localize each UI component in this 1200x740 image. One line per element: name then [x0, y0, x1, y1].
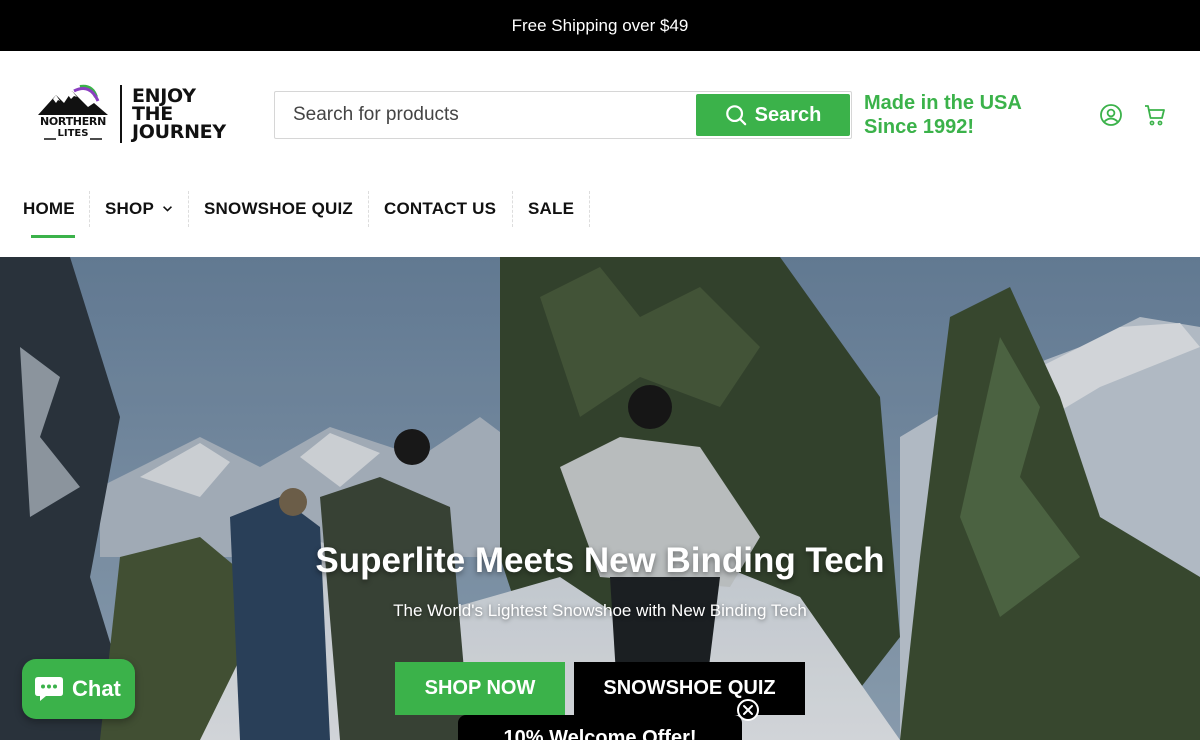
offer-text: 10% Welcome Offer! [503, 727, 697, 740]
made-line: Since 1992! [864, 116, 975, 138]
nav-label: SHOP [105, 199, 154, 218]
main-nav: HOME SHOP SNOWSHOE QUIZ CONTACT US SALE [0, 181, 1200, 257]
made-line: Made in the USA [864, 92, 1022, 114]
chat-label: Chat [72, 676, 121, 701]
shop-now-button[interactable]: SHOP NOW [395, 662, 565, 715]
chat-bubble-icon [35, 677, 63, 701]
logo-brand-line1: NORTHERN [39, 115, 107, 128]
tagline-line: JOURNEY [132, 121, 226, 143]
account-icon[interactable] [1099, 103, 1123, 127]
hero-title: Superlite Meets New Binding Tech [315, 541, 885, 580]
site-logo[interactable]: NORTHERN LITES ENJOY THE JOURNEY [34, 81, 234, 147]
chat-widget-button[interactable]: Chat [22, 659, 135, 719]
nav-label: HOME [23, 199, 75, 218]
search-button[interactable]: Search [696, 94, 850, 136]
logo-badge: NORTHERN LITES [34, 81, 112, 147]
search-bar: Search [274, 91, 852, 139]
announcement-text: Free Shipping over $49 [511, 15, 689, 35]
search-button-label: Search [754, 103, 822, 126]
hero-subtitle: The World's Lightest Snowshoe with New B… [393, 601, 807, 620]
nav-item-home[interactable]: HOME [8, 191, 90, 238]
made-in-usa-text: Made in the USA Since 1992! [864, 91, 1022, 139]
chevron-down-icon [163, 206, 172, 212]
welcome-offer-popup[interactable]: 10% Welcome Offer! [458, 715, 742, 740]
nav-label: CONTACT US [384, 199, 497, 218]
hero-banner: Superlite Meets New Binding Tech The Wor… [0, 257, 1200, 740]
cart-icon[interactable] [1143, 103, 1167, 127]
announcement-bar: Free Shipping over $49 [0, 0, 1200, 51]
search-icon [725, 105, 746, 126]
nav-item-sale[interactable]: SALE [513, 191, 590, 227]
nav-label: SNOWSHOE QUIZ [204, 199, 353, 218]
logo-tagline: ENJOY THE JOURNEY [132, 87, 226, 143]
close-icon[interactable] [737, 699, 759, 721]
logo-brand-line2: LITES [57, 128, 89, 139]
site-header: NORTHERN LITES ENJOY THE JOURNEY Search … [0, 51, 1200, 181]
logo-divider [120, 85, 122, 143]
search-input[interactable] [275, 92, 695, 138]
nav-item-contact-us[interactable]: CONTACT US [369, 191, 513, 227]
snowshoe-quiz-button[interactable]: SNOWSHOE QUIZ [574, 662, 805, 715]
nav-label: SALE [528, 199, 575, 218]
nav-item-shop[interactable]: SHOP [90, 191, 189, 227]
nav-item-snowshoe-quiz[interactable]: SNOWSHOE QUIZ [189, 191, 369, 227]
